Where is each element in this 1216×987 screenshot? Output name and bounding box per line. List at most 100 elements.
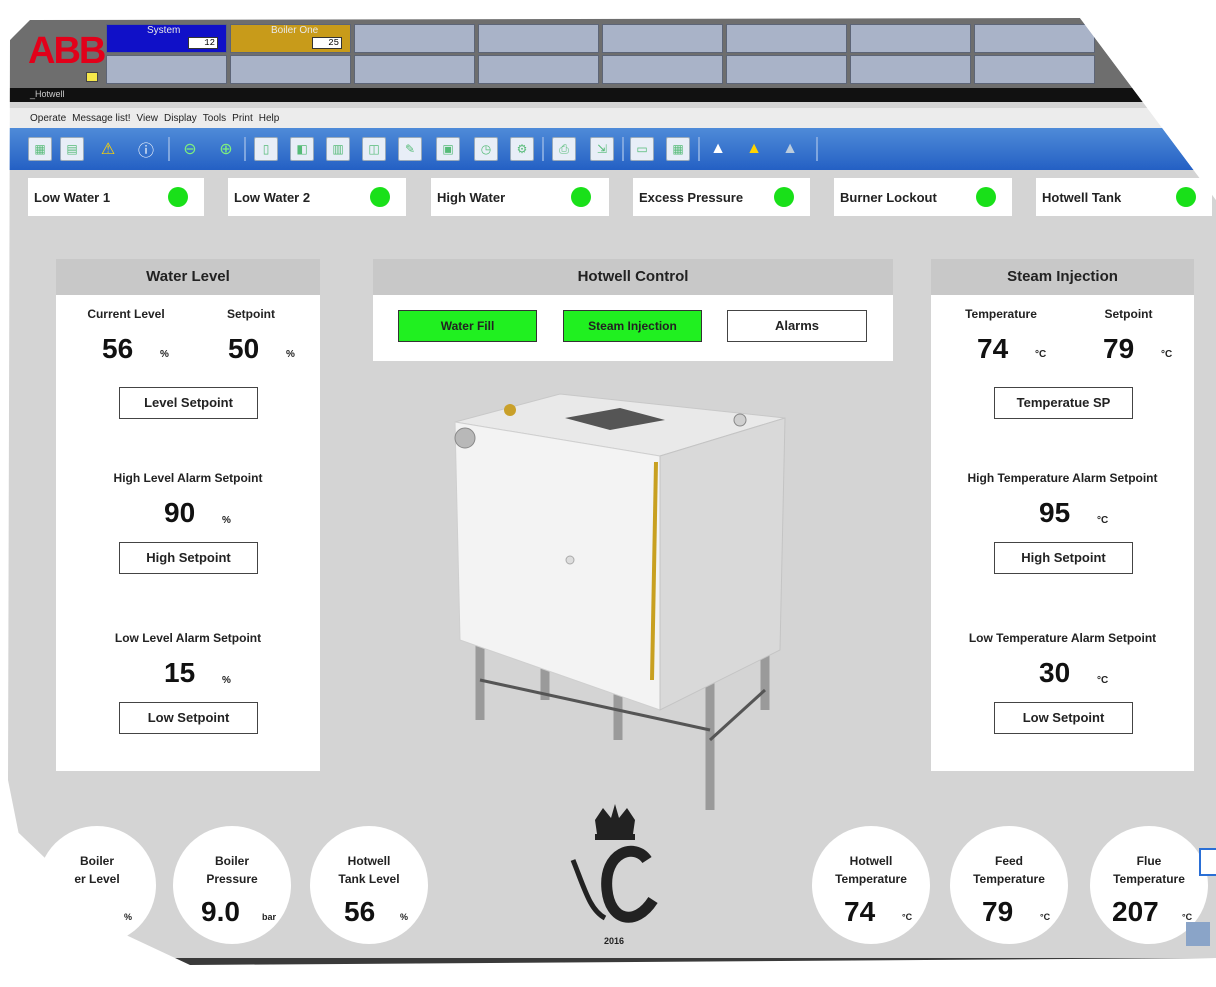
setpoint-value: 50 bbox=[228, 333, 260, 364]
hmi-screen: ABB System 12 Boiler One 25 _Hotwell Ope… bbox=[0, 0, 1216, 987]
unit: °C bbox=[1161, 349, 1173, 360]
low-level-alarm-label: Low Level Alarm Setpoint bbox=[114, 631, 262, 645]
clock-icon[interactable]: ◷ bbox=[474, 137, 498, 161]
low-level-value: 15 bbox=[164, 657, 196, 688]
settings-icon[interactable]: ⚙ bbox=[510, 137, 534, 161]
status-box bbox=[872, 963, 890, 977]
table-icon[interactable]: ▥ bbox=[326, 137, 350, 161]
header-cell[interactable] bbox=[726, 55, 847, 84]
steam-injection-button[interactable]: Steam Injection bbox=[563, 310, 702, 342]
warning-icon[interactable]: ⚠ bbox=[96, 137, 120, 161]
status-low-water-1[interactable]: Low Water 1 bbox=[28, 178, 204, 216]
gauge-label-line2: Pressure bbox=[206, 872, 258, 886]
water-level-panel: Water Level Current Level Setpoint 56 % … bbox=[56, 259, 320, 771]
menu-operate[interactable]: Operate bbox=[30, 113, 66, 124]
separator bbox=[816, 137, 818, 161]
alarm-active-icon[interactable]: ▲ bbox=[742, 137, 766, 161]
system-cell[interactable]: System 12 bbox=[106, 24, 227, 53]
separator bbox=[698, 137, 700, 161]
header-cell[interactable] bbox=[974, 24, 1095, 53]
gauge-label: Boiler Pressure bbox=[173, 852, 291, 888]
queens-award-emblem bbox=[570, 804, 658, 923]
water-fill-button[interactable]: Water Fill bbox=[398, 310, 537, 342]
header-cell[interactable] bbox=[106, 55, 227, 84]
trend-icon[interactable]: ◫ bbox=[362, 137, 386, 161]
alarm-up-icon[interactable]: ▲ bbox=[706, 137, 730, 161]
status-user: MANAGER bbox=[966, 963, 1026, 977]
alarm-flag-icon[interactable] bbox=[86, 72, 98, 82]
status-indicator-icon bbox=[168, 187, 188, 207]
gauge-unit: °C bbox=[902, 912, 913, 922]
unit: % bbox=[160, 349, 169, 360]
header-cell[interactable] bbox=[478, 24, 599, 53]
menu-tools[interactable]: Tools bbox=[203, 113, 226, 124]
gauge-unit: °C bbox=[1182, 912, 1193, 922]
menu-help[interactable]: Help bbox=[259, 113, 280, 124]
menu-print[interactable]: Print bbox=[232, 113, 253, 124]
hotwell-temperature-gauge: Hotwell Temperature 74 °C bbox=[812, 826, 930, 944]
printer-icon[interactable]: ⎙ bbox=[552, 137, 576, 161]
alarm-silence-icon[interactable]: ▲ bbox=[778, 137, 802, 161]
boiler-cell[interactable]: Boiler One 25 bbox=[230, 24, 351, 53]
gauge-label-line2: Tank Level bbox=[338, 872, 400, 886]
lock-icon[interactable] bbox=[1186, 922, 1210, 946]
document-icon[interactable]: ▯ bbox=[254, 137, 278, 161]
system-cell-value: 12 bbox=[188, 37, 218, 49]
boiler-pressure-gauge: Boiler Pressure 9.0 bar bbox=[173, 826, 291, 944]
header-cell[interactable] bbox=[850, 24, 971, 53]
hotwell-tank-image bbox=[454, 393, 786, 810]
header-cell[interactable] bbox=[230, 55, 351, 84]
header-cell[interactable] bbox=[602, 24, 723, 53]
header-cell[interactable] bbox=[974, 55, 1095, 84]
header-cell[interactable] bbox=[478, 55, 599, 84]
window-icon[interactable]: ▭ bbox=[630, 137, 654, 161]
header-cell[interactable] bbox=[726, 24, 847, 53]
status-bar: 0 MANAGER 4/15/2019 11:05:25 AM bbox=[0, 958, 1216, 987]
setpoint-value: 79 bbox=[1103, 333, 1135, 364]
gauge-label-line1: Boiler bbox=[214, 854, 249, 868]
status-time: 11:05:25 AM bbox=[1142, 963, 1216, 977]
system-cell-label: System bbox=[147, 25, 181, 36]
status-label: High Water bbox=[437, 190, 506, 205]
edit-icon[interactable]: ✎ bbox=[398, 137, 422, 161]
status-high-water[interactable]: High Water bbox=[431, 178, 609, 216]
level-setpoint-button[interactable]: Level Setpoint bbox=[119, 387, 258, 419]
high-setpoint-button[interactable]: High Setpoint bbox=[119, 542, 258, 574]
status-hotwell-tank[interactable]: Hotwell Tank bbox=[1036, 178, 1212, 216]
status-excess-pressure[interactable]: Excess Pressure bbox=[633, 178, 810, 216]
menu-view[interactable]: View bbox=[137, 113, 159, 124]
export-icon[interactable]: ⇲ bbox=[590, 137, 614, 161]
status-label: Low Water 2 bbox=[234, 190, 311, 205]
gauge-label-line2: Temperature bbox=[973, 872, 1045, 886]
split-window-icon[interactable]: ▦ bbox=[666, 137, 690, 161]
gauge-label: Hotwell Tank Level bbox=[310, 852, 428, 888]
header-cell[interactable] bbox=[354, 24, 475, 53]
menu-message-list[interactable]: Message list! bbox=[72, 113, 130, 124]
status-burner-lockout[interactable]: Burner Lockout bbox=[834, 178, 1012, 216]
header-cell[interactable] bbox=[354, 55, 475, 84]
gauge-label-line1: Hotwell bbox=[347, 854, 391, 868]
info-icon[interactable]: ⓘ bbox=[134, 137, 158, 161]
temperature-sp-button[interactable]: Temperatue SP bbox=[994, 387, 1133, 419]
side-panel-tab[interactable] bbox=[1199, 848, 1216, 876]
back-arrow-icon[interactable]: ⊖ bbox=[178, 137, 202, 161]
low-setpoint-button[interactable]: Low Setpoint bbox=[119, 702, 258, 734]
high-setpoint-button[interactable]: High Setpoint bbox=[994, 542, 1133, 574]
panel-title: Steam Injection bbox=[931, 259, 1194, 295]
chart-icon[interactable]: ◧ bbox=[290, 137, 314, 161]
grid-icon[interactable]: ▦ bbox=[28, 137, 52, 161]
panel-title: Water Level bbox=[56, 259, 320, 295]
status-low-water-2[interactable]: Low Water 2 bbox=[228, 178, 406, 216]
low-setpoint-button[interactable]: Low Setpoint bbox=[994, 702, 1133, 734]
forward-arrow-icon[interactable]: ⊕ bbox=[214, 137, 238, 161]
report-icon[interactable]: ▣ bbox=[436, 137, 460, 161]
status-label: Low Water 1 bbox=[34, 190, 111, 205]
header-cell[interactable] bbox=[602, 55, 723, 84]
low-temp-value: 30 bbox=[1039, 657, 1071, 688]
alarms-button[interactable]: Alarms bbox=[727, 310, 867, 342]
gauge-unit: % bbox=[400, 912, 409, 922]
header-cell[interactable] bbox=[850, 55, 971, 84]
current-level-label: Current Level bbox=[87, 307, 165, 321]
tree-icon[interactable]: ▤ bbox=[60, 137, 84, 161]
menu-display[interactable]: Display bbox=[164, 113, 197, 124]
